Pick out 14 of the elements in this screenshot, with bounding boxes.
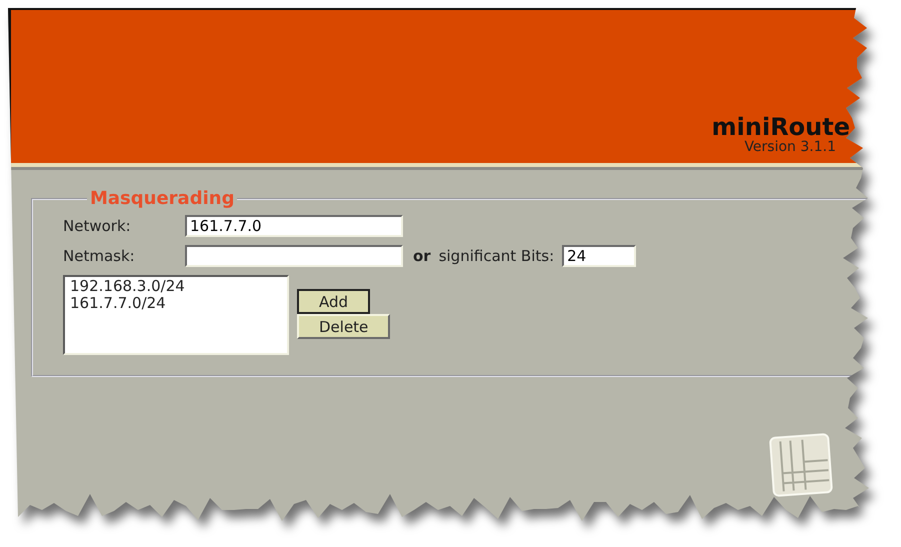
- delete-button[interactable]: Delete: [297, 314, 390, 339]
- netmask-field[interactable]: [185, 245, 403, 267]
- bits-field[interactable]: 24: [562, 245, 636, 267]
- app-title: miniRoute: [712, 115, 850, 139]
- network-field[interactable]: 161.7.7.0: [185, 215, 403, 237]
- bits-label: significant Bits:: [438, 247, 554, 265]
- section-legend: Masquerading: [87, 188, 238, 209]
- document-icon: [768, 432, 834, 498]
- network-label: Network:: [63, 217, 132, 235]
- network-list[interactable]: 192.168.3.0/24 161.7.7.0/24: [63, 275, 289, 355]
- or-label: or: [413, 247, 431, 265]
- netmask-label: Netmask:: [63, 247, 136, 265]
- add-button[interactable]: Add: [297, 289, 370, 314]
- version-label: Version 3.1.1: [744, 139, 836, 155]
